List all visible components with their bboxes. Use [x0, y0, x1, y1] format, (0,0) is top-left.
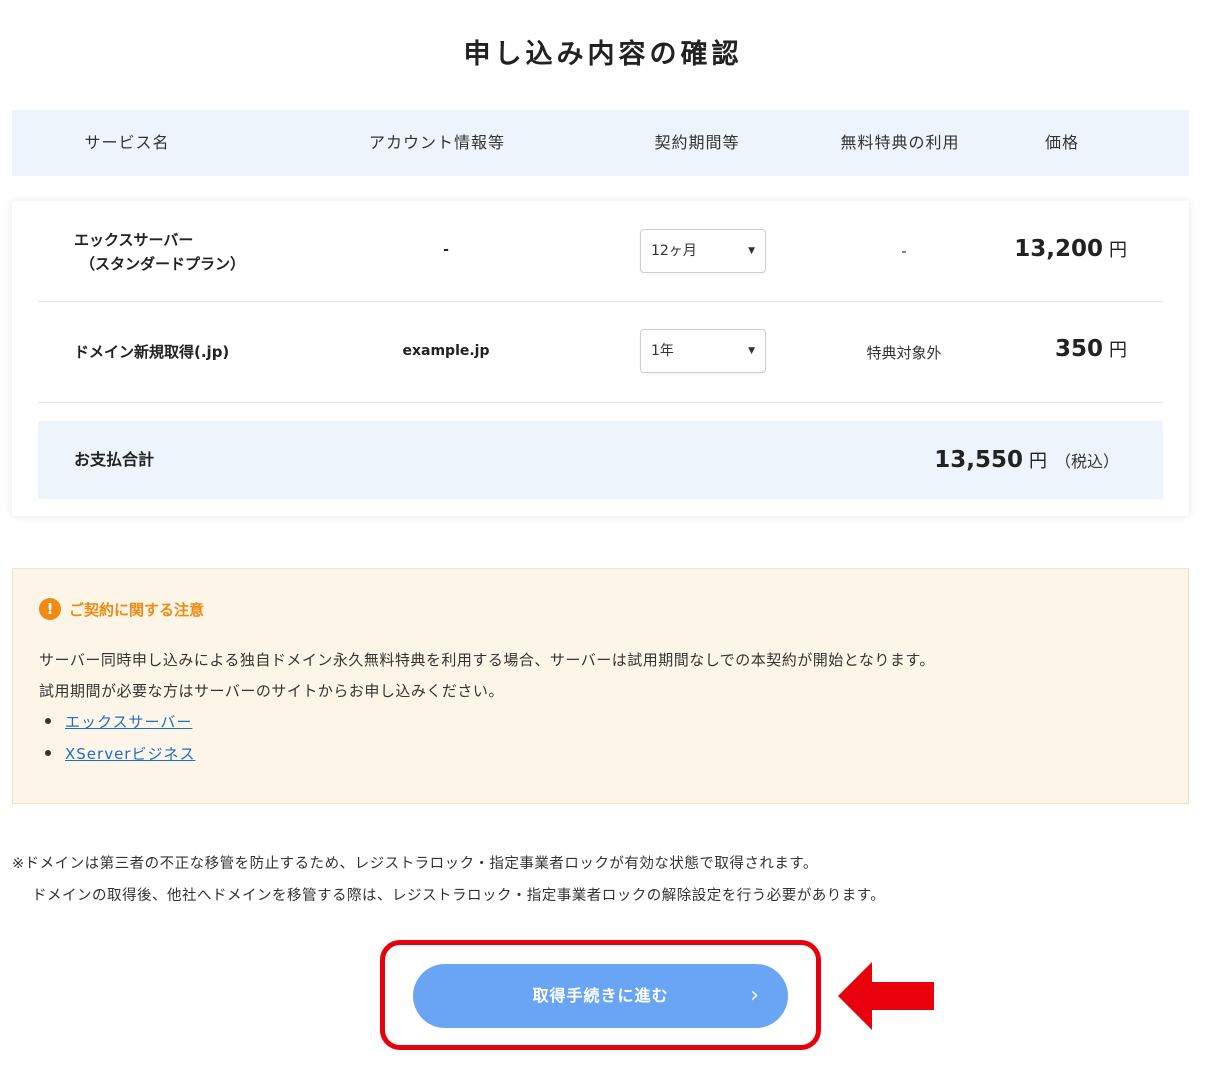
xserver-link[interactable]: エックスサーバー	[65, 713, 192, 731]
total-label: お支払合計	[74, 450, 155, 469]
period-select[interactable]: 1年 ▼	[640, 329, 766, 373]
list-item: エックスサーバー	[45, 711, 192, 732]
xserver-business-link[interactable]: XServerビジネス	[65, 745, 195, 763]
header-contract-period: 契約期間等	[654, 133, 740, 152]
header-service-name: サービス名	[84, 133, 170, 152]
footnote: ドメインの取得後、他社へドメインを移管する際は、レジストラロック・指定事業者ロッ…	[32, 888, 886, 904]
service-name-line2: （スタンダードプラン）	[80, 255, 246, 273]
price: 350 円	[1055, 336, 1127, 362]
notice-title: ! ご契約に関する注意	[39, 597, 204, 623]
account-info: -	[443, 242, 449, 258]
footnote: ※ドメインは第三者の不正な移管を防止するため、レジストラロック・指定事業者ロック…	[12, 856, 818, 872]
contract-notice: ! ご契約に関する注意 サーバー同時申し込みによる独自ドメイン永久無料特典を利用す…	[12, 568, 1189, 804]
price-currency: 円	[1109, 240, 1127, 261]
total-currency: 円	[1028, 451, 1047, 472]
header-price: 価格	[1044, 133, 1079, 152]
header-free-perk: 無料特典の利用	[840, 133, 960, 152]
bullet-icon	[45, 718, 51, 724]
total-row: お支払合計 13,550 円 （税込）	[38, 421, 1163, 499]
price-amount: 13,200	[1014, 236, 1103, 262]
service-name-line1: ドメイン新規取得(.jp)	[74, 343, 230, 361]
table-header: サービス名 アカウント情報等 契約期間等 無料特典の利用 価格	[12, 110, 1189, 176]
price-amount: 350	[1054, 336, 1103, 362]
total-price: 13,550 円 （税込）	[934, 421, 1119, 501]
service-name: ドメイン新規取得(.jp)	[74, 340, 229, 364]
table-row: エックスサーバー （スタンダードプラン） - 12ヶ月 ▼ - 13,200 円	[38, 201, 1163, 302]
caret-down-icon: ▼	[748, 346, 755, 356]
free-perk: 特典対象外	[866, 344, 942, 362]
chevron-right-icon: ›	[750, 983, 760, 1008]
price: 13,200 円	[1014, 236, 1127, 262]
table-row: ドメイン新規取得(.jp) example.jp 1年 ▼ 特典対象外 350 円	[38, 302, 1163, 403]
service-name: エックスサーバー （スタンダードプラン）	[74, 228, 245, 276]
page-title: 申し込み内容の確認	[463, 39, 743, 70]
exclamation-circle-icon: !	[39, 598, 61, 620]
list-item: XServerビジネス	[45, 743, 195, 764]
order-card: エックスサーバー （スタンダードプラン） - 12ヶ月 ▼ - 13,200 円 …	[12, 201, 1189, 516]
total-amount: 13,550	[934, 447, 1023, 473]
notice-text: 試用期間が必要な方はサーバーのサイトからお申し込みください。	[39, 682, 504, 700]
bullet-icon	[45, 750, 51, 756]
notice-title-text: ご契約に関する注意	[69, 601, 205, 619]
notice-text: サーバー同時申し込みによる独自ドメイン永久無料特典を利用する場合、サーバーは試用…	[39, 651, 935, 669]
period-select-value: 12ヶ月	[651, 243, 697, 259]
arrow-left-icon	[838, 962, 934, 1030]
price-currency: 円	[1109, 340, 1127, 361]
tax-note: （税込）	[1054, 452, 1119, 471]
proceed-button-label: 取得手続きに進む	[532, 986, 669, 1005]
service-name-line1: エックスサーバー	[74, 231, 194, 249]
caret-down-icon: ▼	[748, 246, 755, 256]
period-select-value: 1年	[651, 343, 674, 359]
account-info: example.jp	[402, 343, 490, 359]
header-account-info: アカウント情報等	[368, 133, 505, 152]
free-perk: -	[901, 242, 907, 260]
period-select[interactable]: 12ヶ月 ▼	[640, 229, 766, 273]
proceed-button[interactable]: 取得手続きに進む ›	[413, 964, 788, 1028]
